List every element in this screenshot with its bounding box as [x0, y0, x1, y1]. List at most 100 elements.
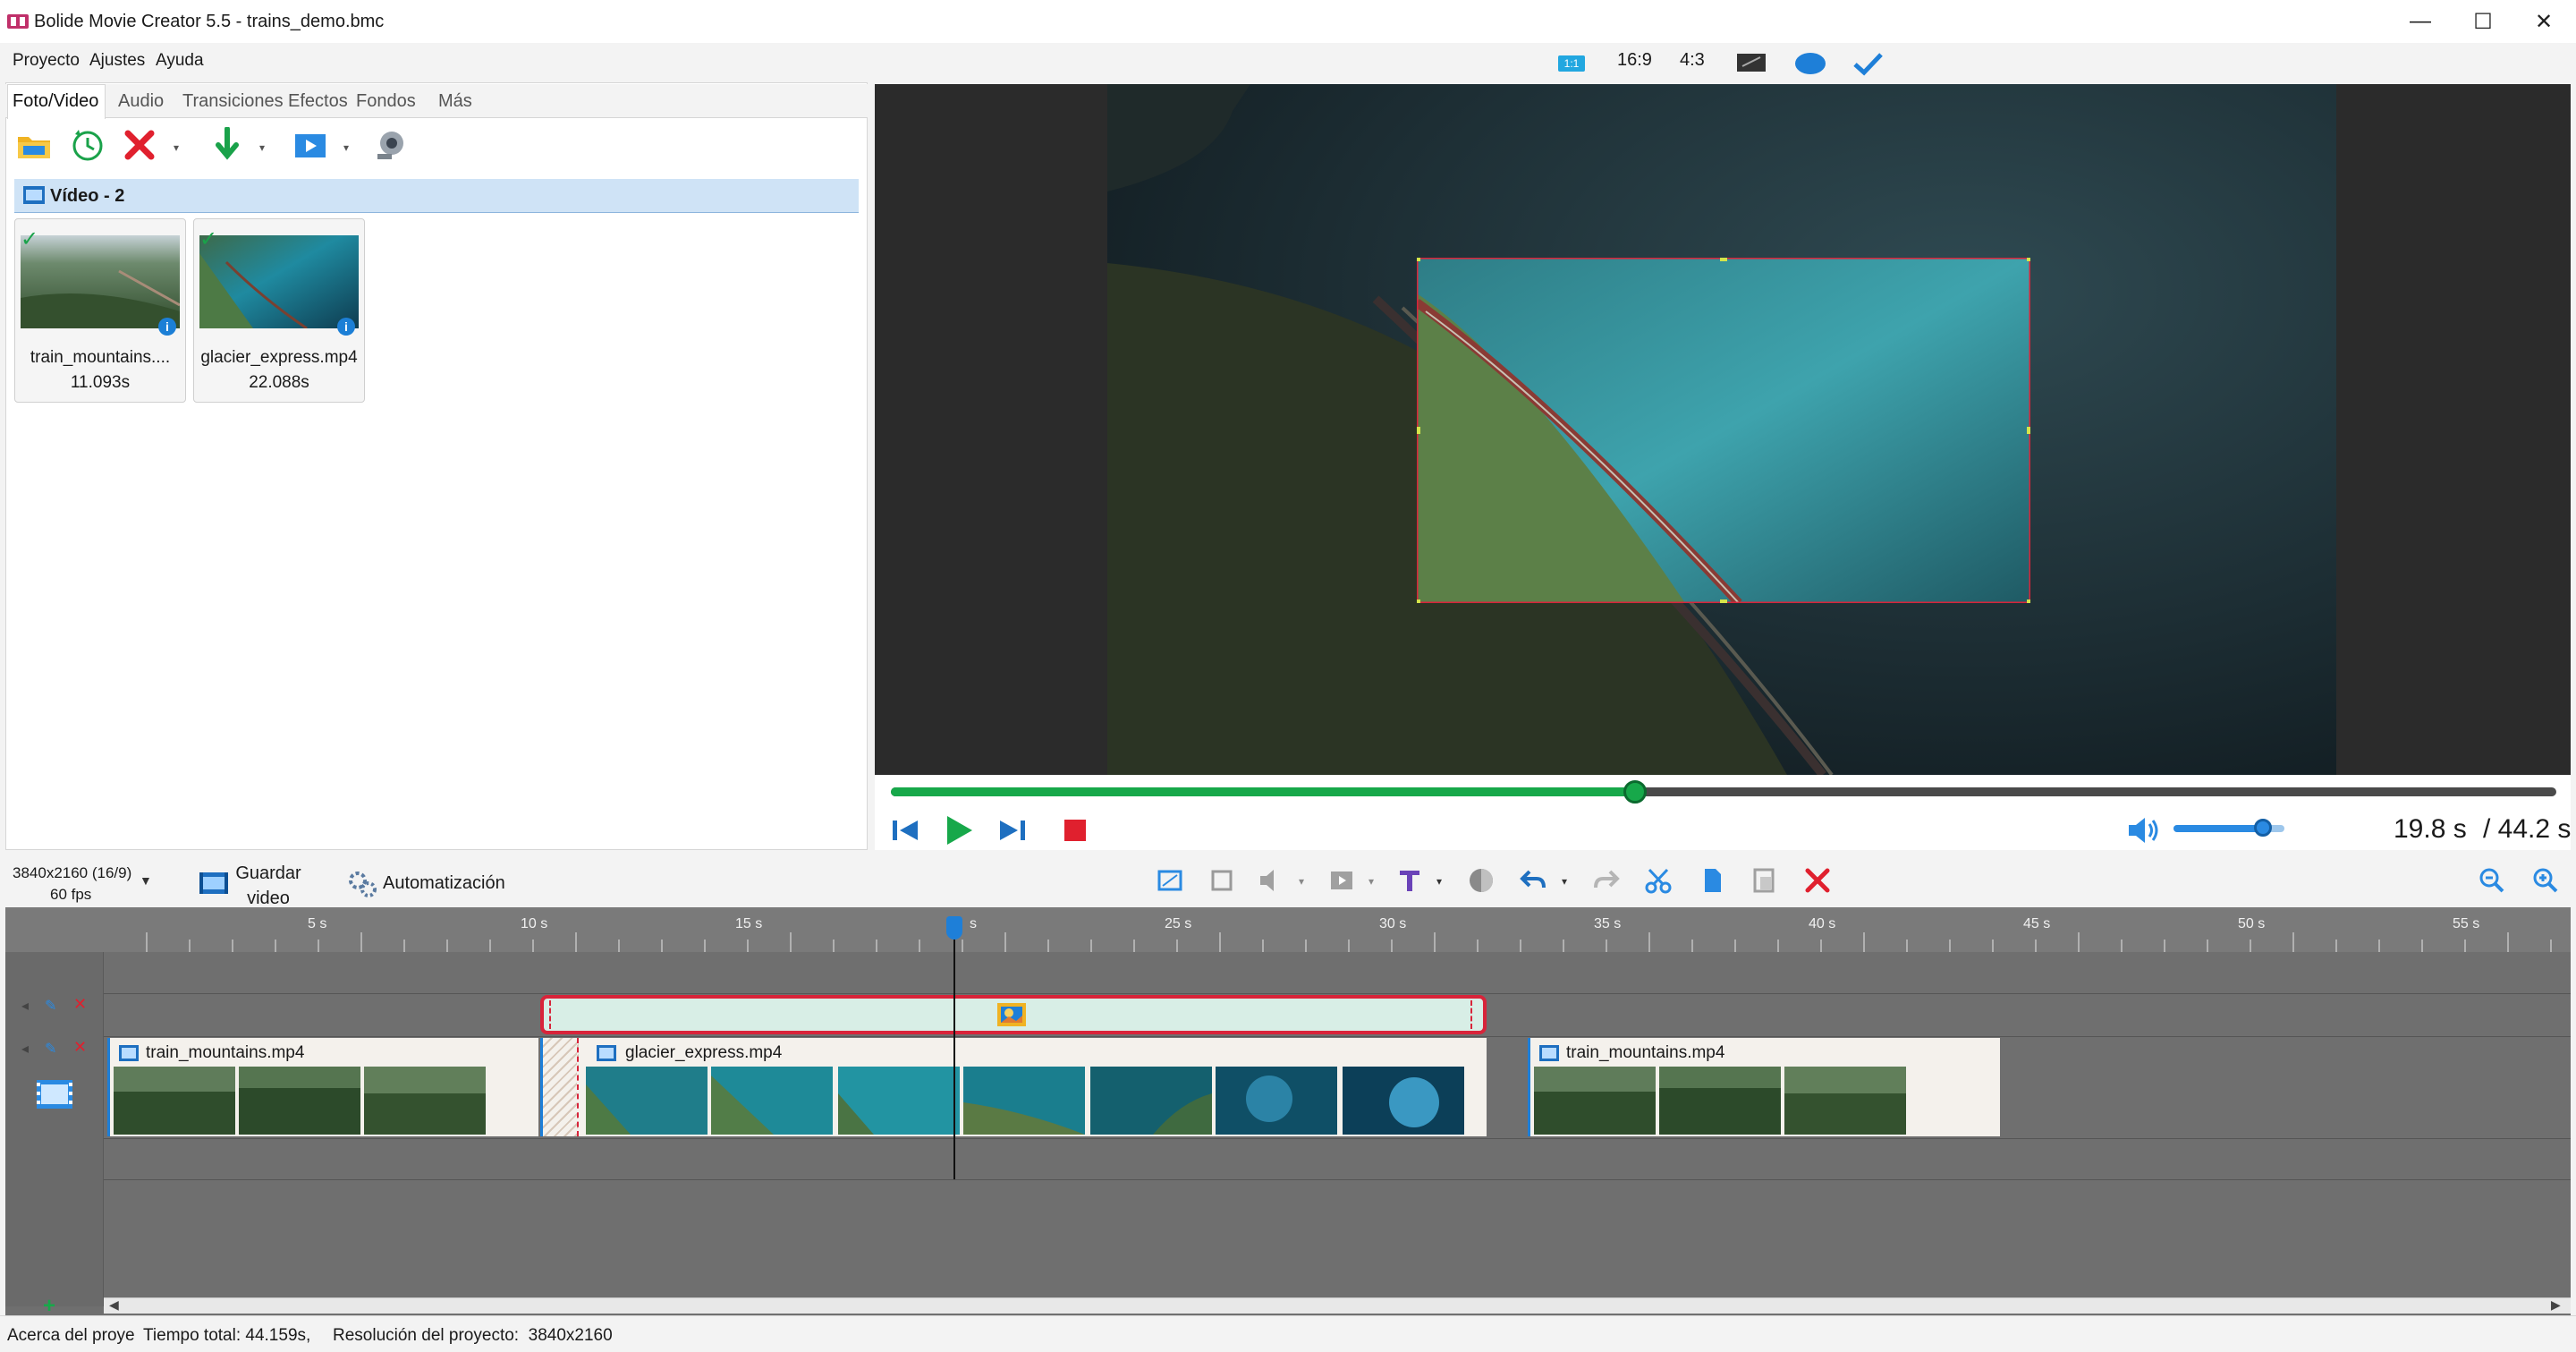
automation-icon[interactable]	[347, 870, 377, 898]
monitor-icon[interactable]	[1735, 52, 1767, 75]
zoom-in-icon[interactable]	[2529, 864, 2562, 897]
menu-ayuda[interactable]: Ayuda	[156, 51, 204, 71]
total-time: / 44.2 s	[2483, 814, 2572, 844]
tab-foto-video[interactable]: Foto/Video	[13, 91, 98, 112]
tab-audio[interactable]: Audio	[118, 91, 164, 112]
frame-icon[interactable]	[1206, 864, 1238, 897]
remove-icon[interactable]	[1801, 864, 1834, 897]
timeline-clip[interactable]: glacier_express.mp4	[540, 1038, 1487, 1136]
track-delete-icon[interactable]: ✕	[73, 1038, 87, 1057]
seek-bar-progress	[891, 787, 1636, 796]
media-item[interactable]: ✓ i train_mountains.... 11.093s	[14, 218, 186, 403]
copy-icon[interactable]	[1696, 864, 1728, 897]
timeline-clip[interactable]: train_mountains.mp4	[107, 1038, 538, 1136]
aspect-1-1-button[interactable]: 1:1	[1558, 55, 1585, 72]
clip-frame	[1659, 1067, 1781, 1135]
resolution-dropdown-icon[interactable]: ▼	[140, 873, 152, 888]
automation-button[interactable]: Automatización	[383, 873, 505, 894]
text-icon[interactable]	[1394, 864, 1426, 897]
menu-ajustes[interactable]: Ajustes	[89, 51, 145, 71]
clip-frame	[838, 1067, 960, 1135]
tick-label: s	[970, 916, 977, 931]
prev-frame-icon[interactable]	[887, 812, 923, 848]
export-icon[interactable]	[292, 125, 331, 165]
window-title: Bolide Movie Creator 5.5 - trains_demo.b…	[34, 12, 385, 31]
clip-title: train_mountains.mp4	[1566, 1043, 1725, 1062]
scroll-left-icon[interactable]: ◀	[109, 1297, 119, 1313]
media-icon[interactable]	[1326, 864, 1358, 897]
aspect-4-3-button[interactable]: 4:3	[1680, 50, 1705, 71]
check-icon: ✓	[199, 227, 218, 251]
media-item[interactable]: ✓ i glacier_express.mp4 22.088s	[193, 218, 365, 403]
transition-marker[interactable]	[543, 1038, 579, 1136]
track-divider	[104, 993, 2571, 994]
media-dropdown-icon[interactable]: ▾	[1368, 875, 1374, 888]
tab-fondos[interactable]: Fondos	[356, 91, 416, 112]
overlay-fade-in-marker[interactable]	[549, 1000, 553, 1029]
stop-icon[interactable]	[1057, 812, 1093, 848]
undo-dropdown-icon[interactable]: ▾	[1562, 875, 1567, 888]
playhead-handle[interactable]	[946, 916, 962, 940]
project-fps[interactable]: 60 fps	[50, 886, 91, 904]
crop-icon[interactable]	[1154, 864, 1186, 897]
save-video-button[interactable]: Guardar video	[233, 861, 304, 911]
open-folder-icon[interactable]	[14, 125, 54, 165]
clip-frame	[364, 1067, 486, 1135]
tab-efectos[interactable]: Efectos	[288, 91, 348, 112]
delete-dropdown-icon[interactable]: ▾	[174, 141, 182, 154]
text-dropdown-icon[interactable]: ▾	[1436, 875, 1442, 888]
menu-proyecto[interactable]: Proyecto	[13, 51, 80, 71]
media-thumbnail	[21, 235, 180, 328]
menu-bar	[0, 43, 2576, 81]
track-edit-icon[interactable]: ✎	[45, 1040, 56, 1058]
tab-transiciones[interactable]: Transiciones	[182, 91, 284, 112]
import-dropdown-icon[interactable]: ▾	[259, 141, 268, 154]
next-frame-icon[interactable]	[995, 812, 1030, 848]
overlay-clip-preview[interactable]	[1417, 258, 2030, 603]
volume-icon[interactable]	[2125, 812, 2161, 848]
clip-frame	[1534, 1067, 1656, 1135]
webcam-icon[interactable]	[370, 125, 410, 165]
close-icon[interactable]: ✕	[2506, 0, 2576, 43]
clip-frame	[1090, 1067, 1212, 1135]
timeline-scrollbar[interactable]	[104, 1297, 2571, 1314]
redo-icon[interactable]	[1590, 864, 1623, 897]
timeline-clip[interactable]: train_mountains.mp4	[1528, 1038, 2000, 1136]
undo-icon[interactable]	[1517, 864, 1549, 897]
info-icon[interactable]: i	[337, 318, 355, 336]
save-video-icon[interactable]	[199, 870, 229, 897]
track-mute-icon[interactable]: ◂	[21, 997, 29, 1015]
export-dropdown-icon[interactable]: ▾	[343, 141, 352, 154]
track-divider	[104, 1179, 2571, 1180]
info-icon[interactable]: i	[158, 318, 176, 336]
project-resolution[interactable]: 3840x2160 (16/9)	[13, 864, 131, 882]
scroll-right-icon[interactable]: ▶	[2551, 1297, 2561, 1313]
play-icon[interactable]	[941, 812, 977, 848]
aspect-16-9-button[interactable]: 16:9	[1617, 50, 1652, 71]
track-edit-icon[interactable]: ✎	[45, 997, 56, 1015]
track-mute-icon[interactable]: ◂	[21, 1040, 29, 1058]
background-color-icon[interactable]	[1792, 50, 1828, 77]
recent-icon[interactable]	[68, 125, 107, 165]
volume-handle[interactable]	[2254, 819, 2272, 837]
confirm-check-icon[interactable]	[1850, 50, 1885, 77]
tick-label: 25 s	[1165, 916, 1192, 931]
playhead-line[interactable]	[953, 918, 955, 1179]
tick-label: 15 s	[735, 916, 763, 931]
import-icon[interactable]	[208, 125, 247, 165]
video-group-header[interactable]	[14, 179, 859, 213]
paste-icon[interactable]	[1748, 864, 1780, 897]
clip-frame	[586, 1067, 708, 1135]
mute-dropdown-icon[interactable]: ▾	[1299, 875, 1304, 888]
mute-icon[interactable]	[1256, 864, 1288, 897]
cut-icon[interactable]	[1642, 864, 1674, 897]
zoom-out-icon[interactable]	[2476, 864, 2508, 897]
color-icon[interactable]	[1465, 864, 1497, 897]
tab-mas[interactable]: Más	[438, 91, 472, 112]
ruler-ticks	[146, 932, 2552, 952]
status-about[interactable]: Acerca del proye	[7, 1326, 135, 1346]
overlay-fade-out-marker[interactable]	[1470, 1000, 1474, 1029]
track-delete-icon[interactable]: ✕	[73, 995, 87, 1014]
save-video-label-1: Guardar	[235, 863, 301, 883]
delete-icon[interactable]	[120, 125, 159, 165]
